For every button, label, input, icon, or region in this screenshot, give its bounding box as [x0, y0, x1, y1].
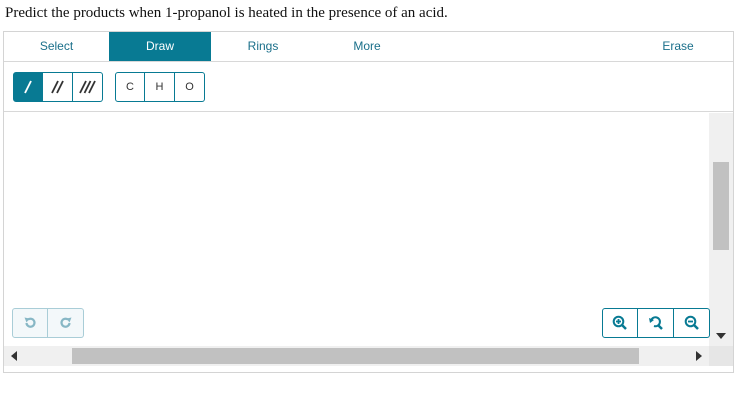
redo-button[interactable]	[48, 308, 84, 338]
triple-bond-button[interactable]	[73, 72, 103, 102]
molecule-editor: Select Draw Rings More Erase C H O	[3, 31, 734, 373]
atom-h-button[interactable]: H	[145, 72, 175, 102]
editor-menubar: Select Draw Rings More Erase	[4, 32, 733, 62]
tab-rings[interactable]: Rings	[211, 32, 315, 61]
zoom-reset-icon	[648, 316, 663, 330]
tab-erase[interactable]: Erase	[628, 32, 728, 61]
zoom-out-icon	[684, 315, 699, 330]
tab-draw[interactable]: Draw	[109, 32, 211, 61]
zoom-in-icon	[612, 315, 627, 330]
zoom-out-button[interactable]	[674, 308, 710, 338]
bond-tool-group	[13, 72, 103, 102]
zoom-in-button[interactable]	[602, 308, 638, 338]
atom-c-button[interactable]: C	[115, 72, 145, 102]
scrollbar-corner	[709, 346, 733, 366]
redo-icon	[59, 317, 71, 328]
single-bond-icon	[24, 80, 32, 94]
history-controls	[12, 308, 84, 338]
scroll-right-arrow-icon[interactable]	[696, 351, 702, 361]
tab-select[interactable]: Select	[4, 32, 109, 61]
atom-tool-group: C H O	[115, 72, 205, 102]
scroll-down-arrow-icon[interactable]	[716, 333, 726, 339]
double-bond-icon	[50, 80, 64, 94]
double-bond-button[interactable]	[43, 72, 73, 102]
tab-more[interactable]: More	[315, 32, 419, 61]
question-text: Predict the products when 1-propanol is …	[5, 5, 448, 21]
atom-o-button[interactable]: O	[175, 72, 205, 102]
zoom-reset-button[interactable]	[638, 308, 674, 338]
triple-bond-icon	[78, 80, 96, 94]
vertical-scrollbar[interactable]	[709, 113, 733, 346]
undo-icon	[24, 317, 36, 328]
zoom-controls	[602, 308, 710, 338]
horizontal-scrollbar[interactable]	[4, 346, 709, 366]
scroll-left-arrow-icon[interactable]	[11, 351, 17, 361]
single-bond-button[interactable]	[13, 72, 43, 102]
horizontal-scroll-thumb[interactable]	[72, 348, 639, 364]
undo-button[interactable]	[12, 308, 48, 338]
draw-toolbar: C H O	[4, 62, 733, 112]
vertical-scroll-thumb[interactable]	[713, 162, 729, 250]
